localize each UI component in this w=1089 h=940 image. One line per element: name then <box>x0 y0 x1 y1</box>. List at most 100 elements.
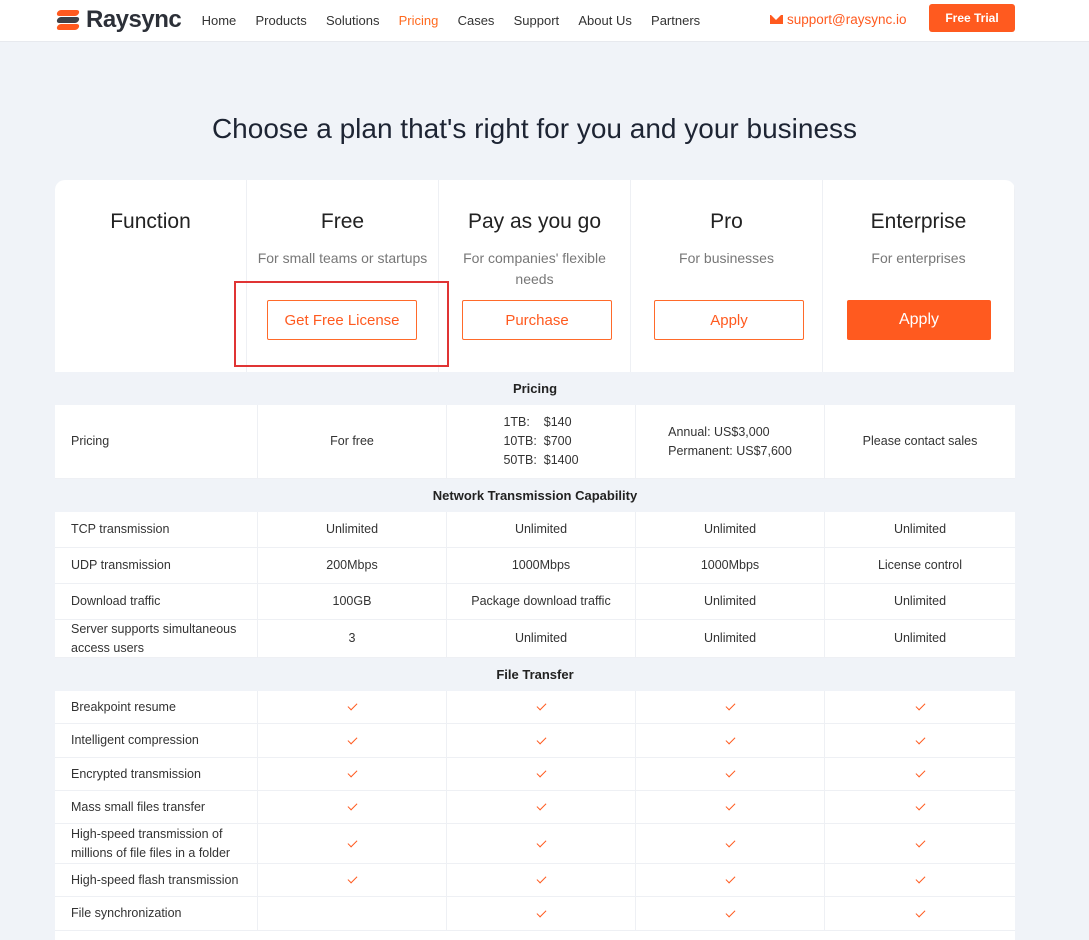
plan-description: For companies' flexible needs <box>463 250 606 287</box>
row-label: Download traffic <box>55 584 258 619</box>
row-label: High-speed flash transmission <box>55 864 258 896</box>
check-icon <box>725 907 735 917</box>
table-row: Mass small files transfer <box>55 791 1015 824</box>
check-cell <box>258 824 447 863</box>
check-cell <box>825 724 1015 757</box>
plan-name: Free <box>320 210 365 233</box>
check-cell <box>447 724 636 757</box>
row-label: Server supports simultaneous access user… <box>55 620 258 657</box>
check-cell <box>447 758 636 790</box>
check-cell <box>258 791 447 823</box>
nav-item-pricing[interactable]: Pricing <box>389 13 448 28</box>
function-header-label: Function <box>110 210 191 233</box>
check-cell <box>825 824 1015 863</box>
check-icon <box>347 837 357 847</box>
check-icon <box>915 873 925 884</box>
plan-description: For small teams or startups <box>257 250 428 266</box>
row-label: Encrypted transmission <box>55 758 258 790</box>
cell-value: Unlimited <box>636 620 825 657</box>
free-trial-button[interactable]: Free Trial <box>929 4 1015 32</box>
pro-price-permanent: Permanent: US$7,600 <box>668 443 792 458</box>
check-cell <box>636 864 825 896</box>
cell-value: Package download traffic <box>447 584 636 619</box>
support-email-link[interactable]: support@raysync.io <box>770 12 907 27</box>
row-label: TCP transmission <box>55 512 258 547</box>
cell-value: License control <box>877 558 963 572</box>
row-label: Intelligent compression <box>55 724 258 757</box>
nav-item-solutions[interactable]: Solutions <box>316 13 389 28</box>
row-label: Pricing <box>55 405 258 478</box>
plan-pro: Pro For businesses Apply <box>631 180 823 372</box>
cell-value: Unlimited <box>893 522 947 536</box>
cell-value: Unlimited <box>636 584 825 619</box>
check-icon <box>536 800 546 811</box>
cell-value: Unlimited <box>258 512 447 547</box>
check-cell <box>636 758 825 790</box>
raysync-logo[interactable]: Raysync <box>55 5 182 35</box>
check-icon <box>725 700 735 711</box>
check-cell <box>258 691 447 723</box>
nav-menu: Home Products Solutions Pricing Cases Su… <box>192 0 710 40</box>
row-label: Breakpoint resume <box>55 691 258 723</box>
payg-price-50tb: 50TB: $1400 <box>503 453 579 467</box>
support-email: support@raysync.io <box>787 12 907 27</box>
check-icon <box>915 800 925 811</box>
cell-value: 3 <box>258 620 447 657</box>
nav-item-about-us[interactable]: About Us <box>569 13 642 28</box>
check-cell <box>258 724 447 757</box>
table-row: File synchronization <box>55 897 1015 931</box>
cell-value: Unlimited <box>636 512 825 547</box>
table-row: High-speed flash transmission <box>55 864 1015 897</box>
check-icon <box>725 734 735 744</box>
check-icon <box>536 837 546 847</box>
row-label: High-speed transmission of millions of f… <box>55 824 258 863</box>
check-cell <box>447 791 636 823</box>
check-cell <box>825 864 1015 896</box>
payg-price-1tb: 1TB: $140 <box>503 415 572 429</box>
pro-apply-button[interactable]: Apply <box>654 300 804 340</box>
nav-item-products[interactable]: Products <box>246 13 317 28</box>
row-label: Mass small files transfer <box>55 791 258 823</box>
table-row: High-speed transmission of millions of f… <box>55 824 1015 864</box>
mail-icon <box>770 15 783 24</box>
purchase-button[interactable]: Purchase <box>462 300 612 340</box>
plan-name: Pay as you go <box>467 210 602 233</box>
enterprise-apply-button[interactable]: Apply <box>847 300 991 340</box>
plan-description: For enterprises <box>871 250 966 266</box>
cell-value: Unlimited <box>447 620 636 657</box>
nav-item-partners[interactable]: Partners <box>641 13 709 28</box>
check-icon <box>536 734 546 744</box>
check-cell <box>636 724 825 757</box>
plan-pay-as-you-go: Pay as you go For companies' flexible ne… <box>439 180 631 372</box>
table-row: Breakpoint resume <box>55 691 1015 724</box>
check-cell <box>447 824 636 863</box>
plan-description: For businesses <box>679 250 774 266</box>
logo-text: Raysync <box>86 6 182 33</box>
pricing-pro: Annual: US$3,000 Permanent: US$7,600 <box>636 405 825 478</box>
check-cell <box>447 897 636 930</box>
row-label: UDP transmission <box>55 548 258 583</box>
check-icon <box>347 873 357 884</box>
cell-value: Unlimited <box>447 512 636 547</box>
check-icon <box>347 767 357 778</box>
check-icon <box>725 837 735 847</box>
check-cell <box>636 791 825 823</box>
check-icon <box>915 907 925 917</box>
plan-name: Enterprise <box>870 210 967 233</box>
check-icon <box>725 767 735 778</box>
nav-item-home[interactable]: Home <box>192 13 246 28</box>
section-file-transfer: File Transfer <box>55 658 1015 691</box>
cell-value: 1000Mbps <box>447 548 636 583</box>
nav-item-support[interactable]: Support <box>504 13 569 28</box>
check-icon <box>536 700 546 711</box>
table-row: Intelligent compression <box>55 724 1015 758</box>
top-navigation: Raysync Home Products Solutions Pricing … <box>0 0 1089 42</box>
table-row: Download traffic 100GB Package download … <box>55 584 1015 620</box>
row-label: File synchronization <box>55 897 258 930</box>
nav-item-cases[interactable]: Cases <box>448 13 504 28</box>
table-row: TCP transmission Unlimited Unlimited Unl… <box>55 512 1015 548</box>
check-icon <box>536 767 546 778</box>
section-network: Network Transmission Capability <box>55 479 1015 512</box>
check-cell <box>825 691 1015 723</box>
check-cell <box>447 691 636 723</box>
